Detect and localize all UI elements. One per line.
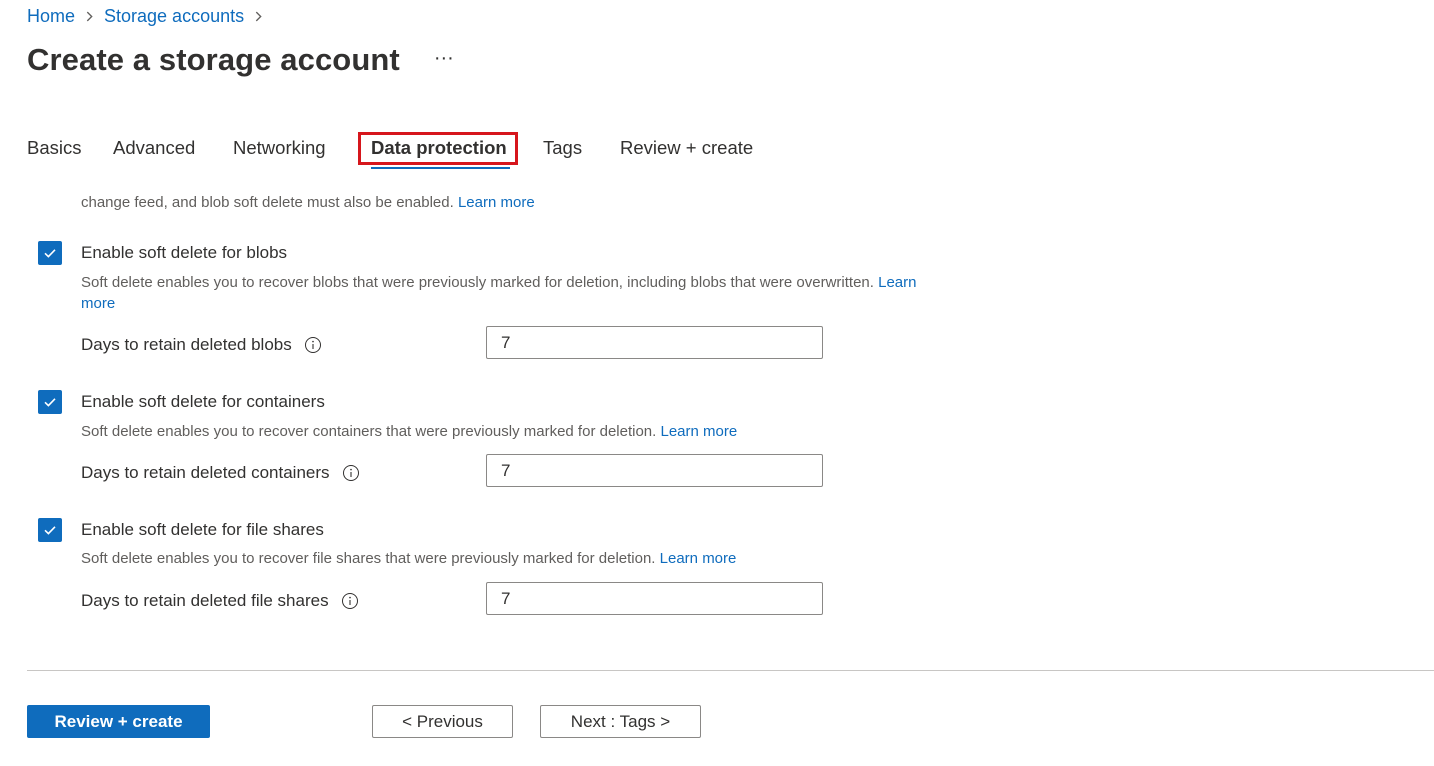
tab-tags[interactable]: Tags	[543, 126, 582, 170]
chevron-right-icon	[84, 11, 95, 22]
tab-data-protection[interactable]: Data protection	[371, 126, 507, 170]
days-retain-containers-label-text: Days to retain deleted containers	[81, 463, 330, 482]
soft-delete-file-shares-description: Soft delete enables you to recover file …	[81, 548, 736, 569]
soft-delete-blobs-more-link[interactable]: more	[81, 295, 115, 312]
intro-text: change feed, and blob soft delete must a…	[81, 194, 535, 211]
review-create-button[interactable]: Review + create	[27, 705, 210, 738]
days-retain-blobs-input[interactable]	[486, 326, 823, 359]
soft-delete-blobs-label: Enable soft delete for blobs	[81, 243, 288, 262]
soft-delete-file-shares-learn-more-link[interactable]: Learn more	[660, 550, 737, 567]
soft-delete-containers-learn-more-link[interactable]: Learn more	[661, 423, 738, 440]
soft-delete-containers-checkbox[interactable]	[38, 390, 62, 414]
soft-delete-file-shares-checkbox[interactable]	[38, 518, 62, 542]
checkmark-icon	[44, 526, 56, 535]
tab-review-create[interactable]: Review + create	[620, 126, 753, 170]
info-icon[interactable]	[342, 464, 360, 482]
tab-networking[interactable]: Networking	[233, 126, 326, 170]
days-retain-blobs-label-text: Days to retain deleted blobs	[81, 335, 292, 354]
info-icon[interactable]	[341, 592, 359, 610]
soft-delete-file-shares-label: Enable soft delete for file shares	[81, 520, 324, 539]
breadcrumb-home-link[interactable]: Home	[27, 6, 75, 27]
days-retain-file-shares-label: Days to retain deleted file shares	[81, 591, 359, 611]
soft-delete-containers-description: Soft delete enables you to recover conta…	[81, 421, 737, 442]
tab-bar: Basics Advanced Networking Data protecti…	[27, 126, 787, 170]
days-retain-containers-label: Days to retain deleted containers	[81, 463, 360, 483]
soft-delete-containers-description-text: Soft delete enables you to recover conta…	[81, 423, 657, 440]
soft-delete-containers-label: Enable soft delete for containers	[81, 392, 325, 411]
info-icon[interactable]	[304, 336, 322, 354]
days-retain-file-shares-label-text: Days to retain deleted file shares	[81, 591, 329, 610]
intro-learn-more-link[interactable]: Learn more	[458, 194, 535, 211]
tab-advanced[interactable]: Advanced	[113, 126, 195, 170]
next-tags-button[interactable]: Next : Tags >	[540, 705, 701, 738]
days-retain-file-shares-input[interactable]	[486, 582, 823, 615]
soft-delete-blobs-description-text: Soft delete enables you to recover blobs…	[81, 274, 874, 291]
days-retain-blobs-label: Days to retain deleted blobs	[81, 335, 322, 355]
page-title: Create a storage account	[27, 42, 400, 77]
breadcrumb-storage-accounts-link[interactable]: Storage accounts	[104, 6, 244, 27]
active-tab-underline	[371, 167, 510, 169]
soft-delete-blobs-checkbox[interactable]	[38, 241, 62, 265]
tab-basics[interactable]: Basics	[27, 126, 82, 170]
breadcrumb: Home Storage accounts	[27, 6, 273, 27]
previous-button[interactable]: < Previous	[372, 705, 513, 738]
chevron-right-icon	[253, 11, 264, 22]
soft-delete-blobs-description: Soft delete enables you to recover blobs…	[81, 272, 1011, 314]
days-retain-containers-input[interactable]	[486, 454, 823, 487]
soft-delete-file-shares-description-text: Soft delete enables you to recover file …	[81, 550, 656, 567]
checkmark-icon	[44, 249, 56, 258]
create-storage-account-page: Home Storage accounts Create a storage a…	[0, 0, 1434, 766]
intro-text-body: change feed, and blob soft delete must a…	[81, 194, 454, 211]
title-row: Create a storage account ···	[27, 42, 454, 78]
checkmark-icon	[44, 398, 56, 407]
footer-divider	[27, 670, 1434, 671]
more-options-icon[interactable]: ···	[434, 48, 454, 68]
soft-delete-blobs-learn-link[interactable]: Learn	[878, 274, 916, 291]
